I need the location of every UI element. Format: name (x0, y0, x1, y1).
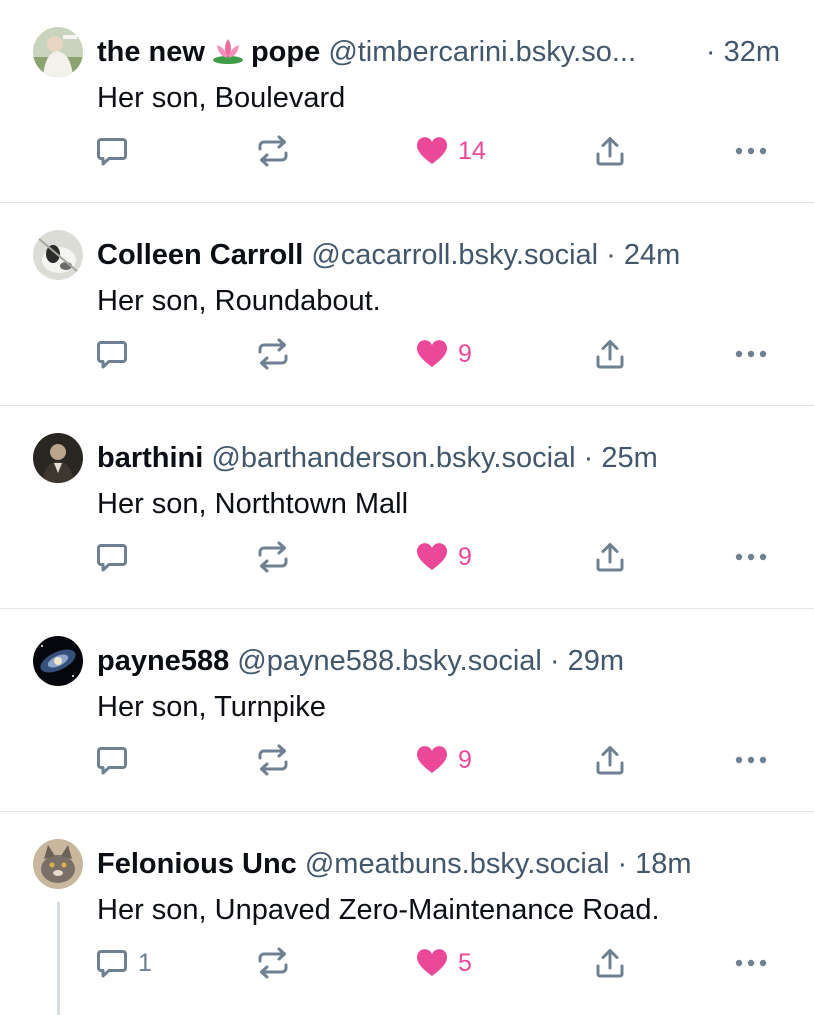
post-time: · 18m (617, 848, 692, 880)
repost-button[interactable] (256, 945, 290, 981)
reply-button[interactable]: 1 (96, 945, 152, 981)
repost-button[interactable] (256, 539, 290, 575)
lotus-emoji-icon (212, 39, 243, 64)
more-options-button[interactable] (734, 945, 768, 981)
post-time: · 24m (606, 239, 681, 271)
avatar[interactable] (33, 230, 83, 280)
more-options-button[interactable] (734, 336, 768, 372)
repost-arrows-icon (258, 947, 288, 979)
repost-button[interactable] (256, 133, 290, 169)
post-text: Her son, Northtown Mall (97, 488, 409, 520)
reply-button[interactable] (96, 336, 138, 372)
ellipsis-icon (735, 553, 767, 561)
post-time: · 29m (549, 645, 625, 677)
share-upload-icon (596, 137, 624, 166)
repost-arrows-icon (258, 541, 288, 573)
like-count: 9 (458, 340, 472, 368)
like-button[interactable]: 9 (416, 336, 472, 372)
repost-arrows-icon (258, 135, 288, 167)
reply-button[interactable] (96, 133, 138, 169)
post-item[interactable]: barthini @barthanderson.bsky.social · 25… (0, 406, 814, 609)
ellipsis-icon (735, 756, 767, 764)
share-upload-icon (596, 746, 624, 775)
thread-line (57, 902, 60, 1015)
post-item[interactable]: the new pope @timbercarini.bsky.so... · … (0, 0, 814, 203)
repost-arrows-icon (258, 744, 288, 776)
post-time: · 32m (705, 36, 780, 68)
speech-bubble-icon (97, 747, 127, 775)
heart-icon (416, 746, 448, 773)
handle[interactable]: @timbercarini.bsky.so... (328, 36, 636, 68)
speech-bubble-icon (97, 138, 127, 166)
post-header: barthini @barthanderson.bsky.social · 25… (97, 440, 797, 476)
heart-icon (416, 949, 448, 976)
share-upload-icon (596, 949, 624, 978)
reply-button[interactable] (96, 539, 138, 575)
post-header: the new pope @timbercarini.bsky.so... (97, 34, 797, 70)
reply-button[interactable] (96, 742, 138, 778)
heart-icon (416, 543, 448, 570)
handle[interactable]: @cacarroll.bsky.social (311, 239, 598, 271)
more-options-button[interactable] (734, 539, 768, 575)
heart-icon (416, 137, 448, 164)
post-time: · 25m (583, 442, 658, 474)
share-upload-icon (596, 340, 624, 369)
repost-button[interactable] (256, 742, 290, 778)
heart-icon (416, 340, 448, 367)
like-button[interactable]: 14 (416, 133, 486, 169)
avatar[interactable] (33, 839, 83, 889)
display-name-end[interactable]: pope (251, 36, 320, 68)
speech-bubble-icon (97, 950, 127, 978)
post-header: Felonious Unc @meatbuns.bsky.social · 18… (97, 846, 797, 882)
handle[interactable]: @barthanderson.bsky.social (211, 442, 575, 474)
handle[interactable]: @payne588.bsky.social (237, 645, 542, 677)
like-button[interactable]: 5 (416, 945, 472, 981)
share-upload-icon (596, 543, 624, 572)
ellipsis-icon (735, 350, 767, 358)
speech-bubble-icon (97, 341, 127, 369)
post-text: Her son, Roundabout. (97, 285, 381, 317)
display-name[interactable]: Colleen Carroll (97, 239, 303, 271)
speech-bubble-icon (97, 544, 127, 572)
like-button[interactable]: 9 (416, 742, 472, 778)
avatar[interactable] (33, 27, 83, 77)
post-header: payne588 @payne588.bsky.social · 29m (97, 643, 797, 679)
handle[interactable]: @meatbuns.bsky.social (305, 848, 610, 880)
like-button[interactable]: 9 (416, 539, 472, 575)
share-button[interactable] (594, 742, 626, 778)
display-name[interactable]: the new (97, 36, 205, 68)
post-text: Her son, Unpaved Zero-Maintenance Road. (97, 894, 660, 926)
share-button[interactable] (594, 945, 626, 981)
like-count: 14 (458, 137, 486, 165)
post-item[interactable]: Felonious Unc @meatbuns.bsky.social · 18… (0, 812, 814, 1015)
avatar[interactable] (33, 433, 83, 483)
like-count: 9 (458, 746, 472, 774)
post-feed: the new pope @timbercarini.bsky.so... · … (0, 0, 814, 1015)
display-name[interactable]: barthini (97, 442, 203, 474)
share-button[interactable] (594, 336, 626, 372)
ellipsis-icon (735, 147, 767, 155)
share-button[interactable] (594, 133, 626, 169)
repost-button[interactable] (256, 336, 290, 372)
like-count: 9 (458, 543, 472, 571)
display-name[interactable]: payne588 (97, 645, 229, 677)
post-header: Colleen Carroll @cacarroll.bsky.social ·… (97, 237, 797, 273)
post-item[interactable]: payne588 @payne588.bsky.social · 29m Her… (0, 609, 814, 812)
more-options-button[interactable] (734, 133, 768, 169)
display-name[interactable]: Felonious Unc (97, 848, 297, 880)
post-text: Her son, Turnpike (97, 691, 326, 723)
like-count: 5 (458, 949, 472, 977)
more-options-button[interactable] (734, 742, 768, 778)
repost-arrows-icon (258, 338, 288, 370)
share-button[interactable] (594, 539, 626, 575)
post-item[interactable]: Colleen Carroll @cacarroll.bsky.social ·… (0, 203, 814, 406)
avatar[interactable] (33, 636, 83, 686)
post-text: Her son, Boulevard (97, 82, 346, 114)
ellipsis-icon (735, 959, 767, 967)
reply-count: 1 (138, 949, 152, 977)
